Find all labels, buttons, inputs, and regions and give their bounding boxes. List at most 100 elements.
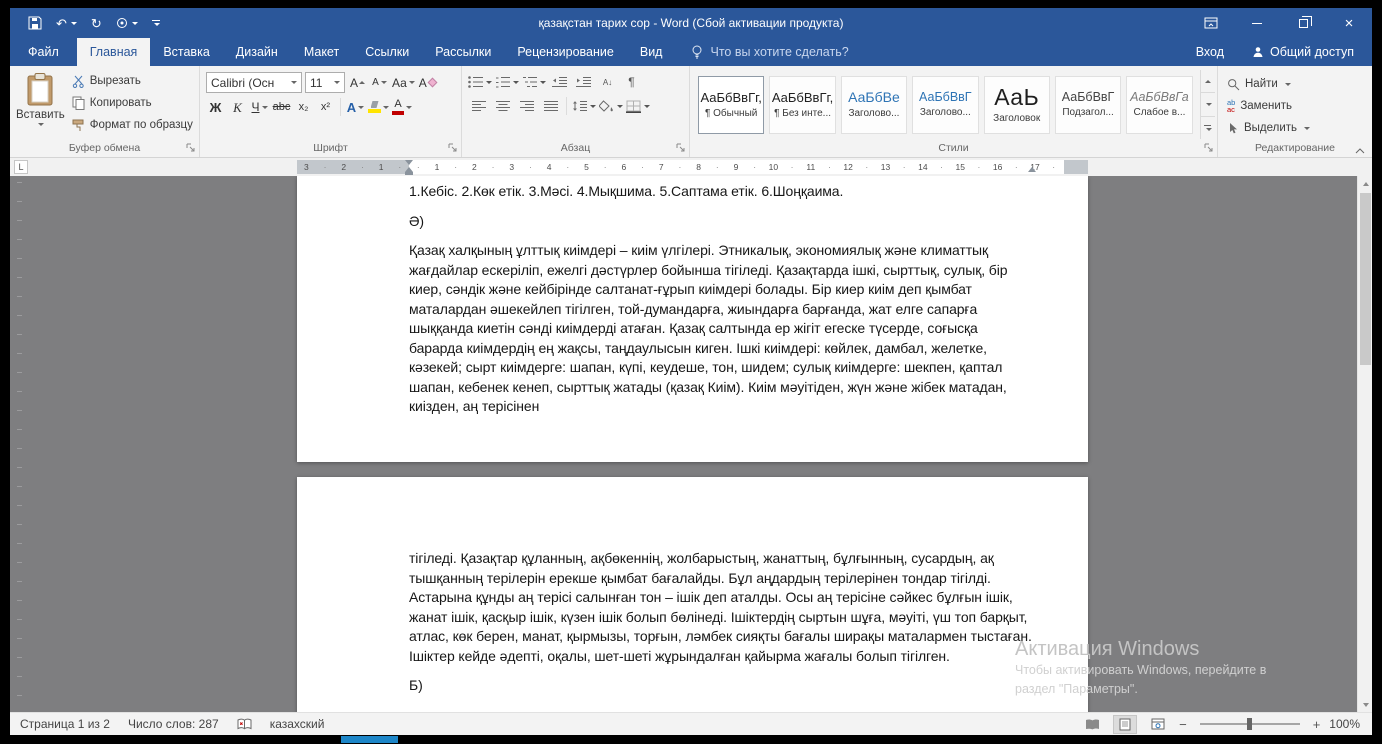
grow-font-button[interactable]: А [348,73,367,93]
align-right-button[interactable] [516,96,537,116]
styles-scroll-up-button[interactable] [1201,70,1215,93]
tab-design[interactable]: Дизайн [223,38,291,66]
borders-button[interactable] [626,96,650,116]
save-button[interactable] [28,16,42,30]
styles-scroll-down-button[interactable] [1201,93,1215,116]
touch-mode-button[interactable] [116,17,138,29]
clipboard-dialog-launcher[interactable] [186,143,197,154]
font-color-button[interactable]: А [392,97,412,117]
align-center-button[interactable] [492,96,513,116]
ribbon-display-options-button[interactable] [1188,8,1234,38]
horizontal-ruler[interactable]: 3·2·1· ·1·2·3·4·5·6·7·8·9·10·11·12·13·14… [297,160,1088,174]
align-left-button[interactable] [468,96,489,116]
scroll-up-button[interactable] [1358,176,1372,191]
tab-stop-selector[interactable]: L [14,160,28,174]
tab-review[interactable]: Рецензирование [504,38,627,66]
right-indent-marker[interactable] [1028,167,1036,172]
justify-button[interactable] [540,96,561,116]
font-dialog-launcher[interactable] [448,143,459,154]
style-item-heading1[interactable]: АаБбВе Заголово... [841,76,907,134]
vertical-scrollbar[interactable] [1357,176,1372,712]
zoom-slider-thumb[interactable] [1247,718,1252,730]
minimize-button[interactable] [1234,8,1280,38]
tab-file[interactable]: Файл [10,38,77,66]
proofing-status-button[interactable] [237,718,252,730]
scroll-down-button[interactable] [1358,697,1372,712]
clear-formatting-button[interactable]: А [418,73,437,93]
zoom-level[interactable]: 100% [1329,717,1360,731]
bullets-button[interactable] [468,72,492,92]
tab-layout[interactable]: Макет [291,38,352,66]
zoom-slider[interactable] [1200,723,1300,725]
zoom-in-button[interactable]: + [1313,717,1321,732]
italic-button[interactable]: К [228,97,247,117]
underline-button[interactable]: Ч [250,97,269,117]
font-name-combobox[interactable]: Calibri (Осн [206,72,302,93]
tab-mailings[interactable]: Рассылки [422,38,504,66]
customize-qat-button[interactable] [152,20,160,26]
strikethrough-button[interactable]: abc [272,97,291,117]
style-item-normal[interactable]: АаБбВвГг, ¶ Обычный [698,76,764,134]
undo-button[interactable]: ↶ [56,17,77,30]
taskbar-active-app-indicator[interactable] [341,736,398,743]
read-mode-button[interactable] [1080,715,1104,734]
tab-view[interactable]: Вид [627,38,676,66]
copy-button[interactable]: Копировать [69,93,196,113]
find-button[interactable]: Найти [1224,74,1313,94]
vertical-ruler[interactable] [10,176,28,712]
bold-button[interactable]: Ж [206,97,225,117]
highlight-button[interactable] [368,97,389,117]
select-button[interactable]: Выделить [1224,118,1313,138]
style-item-subtle-emphasis[interactable]: АаБбВвГа Слабое в... [1126,76,1192,134]
indent-button[interactable] [573,72,594,92]
style-item-heading2[interactable]: АаБбВвГ Заголово... [912,76,978,134]
tab-insert[interactable]: Вставка [150,38,222,66]
font-size-combobox[interactable]: 11 [305,72,345,93]
scrollbar-thumb[interactable] [1360,193,1371,365]
sort-button[interactable]: А↓ [597,72,618,92]
restore-button[interactable] [1280,8,1326,38]
page-number-status[interactable]: Страница 1 из 2 [20,717,110,731]
print-layout-button[interactable] [1113,715,1137,734]
shading-button[interactable] [599,96,623,116]
sign-in-button[interactable]: Вход [1196,45,1224,59]
format-painter-button[interactable]: Формат по образцу [69,115,196,135]
multilevel-list-button[interactable] [522,72,546,92]
subscript-button[interactable]: x₂ [294,97,313,117]
outdent-button[interactable] [549,72,570,92]
left-indent-marker[interactable] [405,172,413,175]
style-item-no-spacing[interactable]: АаБбВвГг, ¶ Без инте... [769,76,835,134]
style-item-title[interactable]: АаЬ Заголовок [984,76,1050,134]
paragraph-dialog-launcher[interactable] [676,143,687,154]
styles-gallery-more-button[interactable] [1201,117,1215,139]
zoom-out-button[interactable]: − [1179,717,1187,732]
paste-button[interactable]: Вставить [16,71,65,139]
shrink-font-button[interactable]: А [370,73,389,93]
document-page-2[interactable]: тігіледі. Қазақтар құланның, ақбөкеннің,… [297,477,1088,712]
document-page-1[interactable]: 1.Кебіс. 2.Көк етік. 3.Мәсі. 4.Мықшима. … [297,176,1088,462]
style-name: Слабое в... [1133,107,1185,118]
tab-references[interactable]: Ссылки [352,38,422,66]
text-effects-button[interactable]: А [346,97,365,117]
superscript-button[interactable]: x² [316,97,335,117]
numbering-button[interactable] [495,72,519,92]
change-case-button[interactable]: Аа [392,73,415,93]
replace-button[interactable]: abac Заменить [1224,96,1313,116]
show-paragraph-marks-button[interactable]: ¶ [621,72,642,92]
tab-home[interactable]: Главная [77,38,151,66]
language-status[interactable]: казахский [270,717,325,731]
share-button[interactable]: Общий доступ [1252,45,1354,59]
window-title: қазақстан тарих сор - Word (Сбой активац… [539,16,844,30]
sort-icon: А↓ [603,78,612,87]
style-item-subtitle[interactable]: АаБбВвГ Подзагол... [1055,76,1121,134]
collapse-ribbon-button[interactable] [1355,148,1365,154]
cut-button[interactable]: Вырезать [69,71,196,91]
line-spacing-button[interactable] [572,96,596,116]
styles-dialog-launcher[interactable] [1204,143,1215,154]
redo-button[interactable]: ↻ [91,17,102,30]
close-button[interactable]: × [1326,8,1372,38]
first-line-indent-marker[interactable] [405,160,413,165]
word-count-status[interactable]: Число слов: 287 [128,717,219,731]
web-layout-button[interactable] [1146,715,1170,734]
tell-me-box[interactable]: Что вы хотите сделать? [691,38,848,66]
